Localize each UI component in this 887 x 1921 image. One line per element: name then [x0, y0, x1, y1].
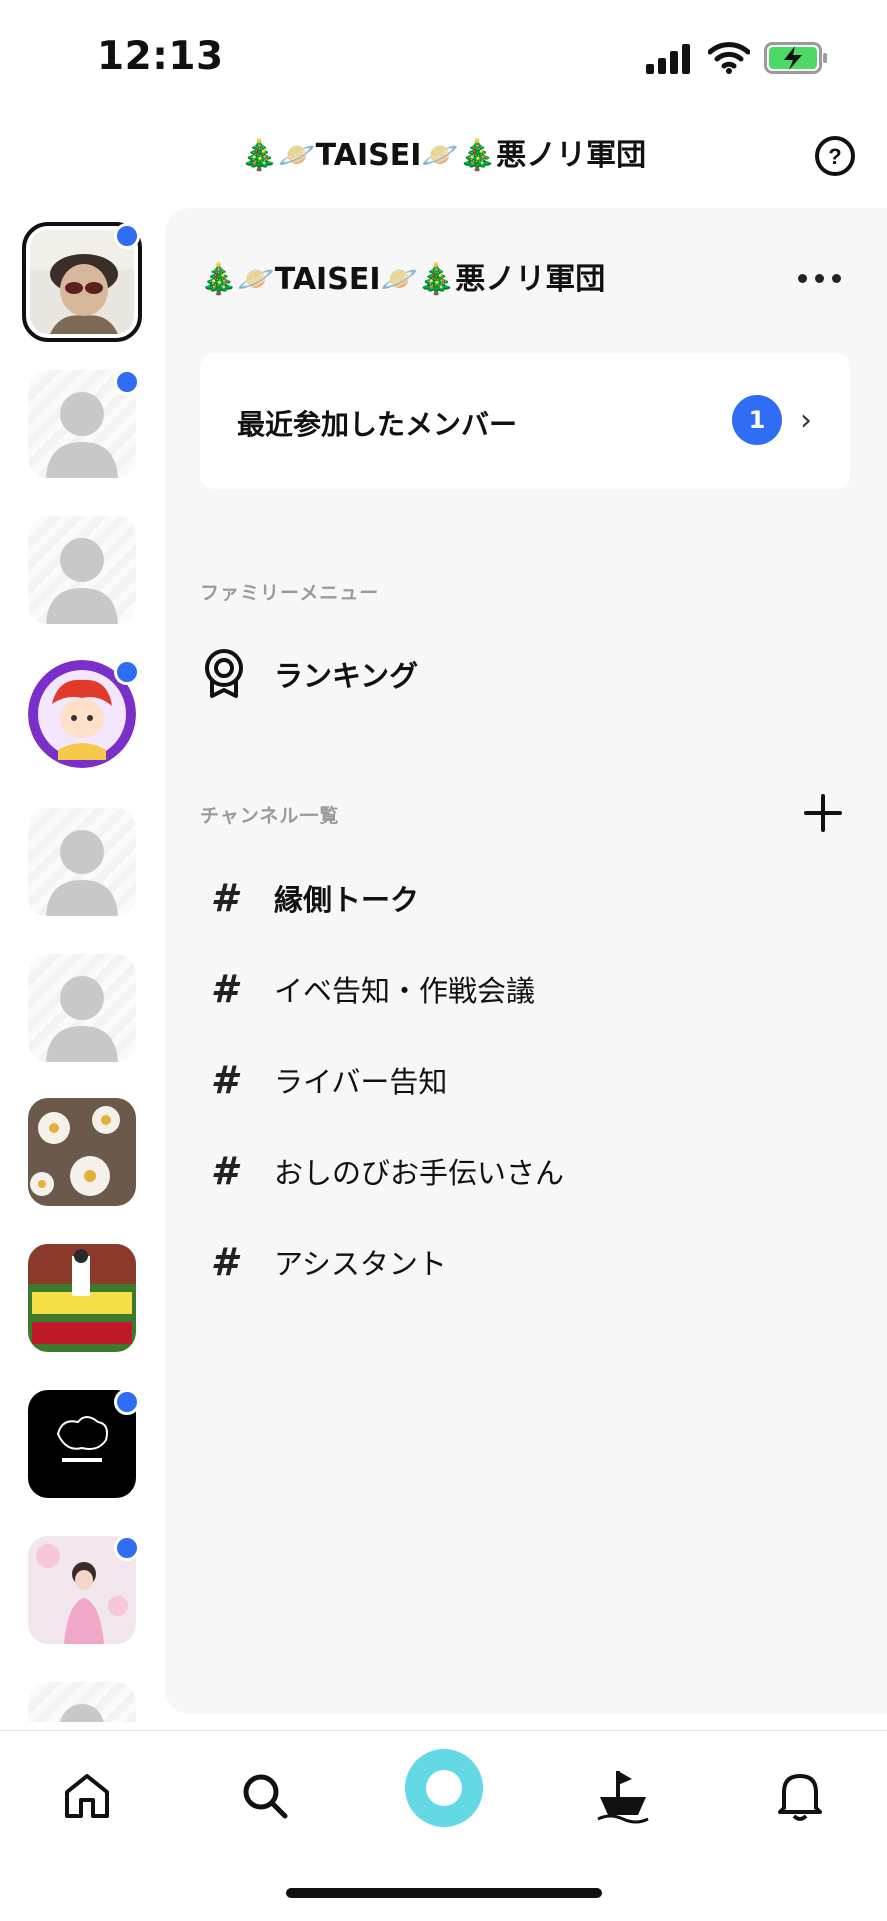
more-dot-icon	[832, 274, 841, 283]
battery-charging-icon	[764, 42, 827, 74]
signal-icon	[646, 44, 690, 74]
nav-center-action[interactable]	[405, 1749, 483, 1827]
channels-section-label: チャンネル一覧	[200, 805, 340, 827]
family-menu-section-label: ファミリーメニュー	[200, 582, 380, 604]
user-placeholder-icon	[46, 538, 118, 624]
more-options-button[interactable]	[798, 268, 848, 283]
status-time: 12:13	[97, 34, 224, 79]
menu-item-ranking[interactable]: ランキング	[200, 644, 418, 704]
rail-community[interactable]	[28, 516, 136, 624]
rail-community[interactable]	[28, 1244, 136, 1352]
recent-members-label: 最近参加したメンバー	[237, 408, 518, 441]
hash-icon: #	[210, 1058, 238, 1102]
channel-label: ライバー告知	[274, 1065, 448, 1099]
urawa-photo-avatar	[28, 1244, 136, 1352]
hash-icon: #	[210, 876, 238, 920]
user-placeholder-icon	[46, 976, 118, 1062]
nav-notifications[interactable]	[765, 1761, 835, 1831]
channel-item[interactable]: # アシスタント	[200, 1232, 447, 1292]
rail-community[interactable]	[28, 1098, 136, 1206]
unread-dot	[114, 659, 140, 685]
chevron-right-icon: ›	[800, 403, 812, 438]
rail-community[interactable]	[28, 954, 136, 1062]
hash-icon: #	[210, 1149, 238, 1193]
community-title: 🎄🪐TAISEI🪐🎄悪ノリ軍団	[200, 262, 606, 297]
recent-members-count-badge: 1	[732, 395, 782, 445]
home-indicator	[286, 1888, 602, 1898]
home-icon	[65, 1774, 109, 1818]
bell-icon	[778, 1774, 822, 1821]
unread-dot	[114, 1535, 140, 1561]
search-icon	[243, 1774, 288, 1819]
add-channel-icon[interactable]	[802, 792, 844, 834]
channel-label: おしのびお手伝いさん	[274, 1156, 565, 1190]
recent-members-card[interactable]: 最近参加したメンバー 1 ›	[200, 353, 850, 489]
channel-label: 縁側トーク	[274, 883, 420, 917]
channel-item[interactable]: # おしのびお手伝いさん	[200, 1141, 564, 1201]
channel-item[interactable]: # 縁側トーク	[200, 868, 419, 928]
channel-label: アシスタント	[274, 1247, 447, 1281]
ship-icon	[597, 1771, 649, 1824]
unread-dot	[114, 1389, 140, 1415]
nav-search[interactable]	[230, 1761, 300, 1831]
more-dot-icon	[815, 274, 824, 283]
more-dot-icon	[798, 274, 807, 283]
unread-dot	[114, 223, 140, 249]
hash-icon: #	[210, 1240, 238, 1284]
center-action-icon	[426, 1770, 462, 1806]
header-title: 🎄🪐TAISEI🪐🎄悪ノリ軍団	[240, 138, 647, 173]
user-placeholder-icon	[46, 830, 118, 916]
menu-item-label: ランキング	[274, 659, 419, 693]
rail-community[interactable]	[28, 1682, 136, 1722]
user-placeholder-icon	[60, 1704, 104, 1722]
ranking-medal-icon	[205, 649, 243, 698]
unread-dot	[114, 369, 140, 395]
rail-community[interactable]	[28, 808, 136, 916]
channel-label: イベ告知・作戦会議	[274, 974, 536, 1008]
channel-item[interactable]: # ライバー告知	[200, 1050, 448, 1110]
wifi-icon	[708, 42, 750, 74]
hash-icon: #	[210, 967, 238, 1011]
nav-ship[interactable]	[588, 1761, 658, 1831]
channel-item[interactable]: # イベ告知・作戦会議	[200, 959, 535, 1019]
nav-home[interactable]	[52, 1761, 122, 1831]
svg-text:?: ?	[828, 144, 841, 169]
flowers-photo-avatar	[28, 1098, 136, 1206]
help-icon[interactable]: ?	[814, 135, 856, 177]
